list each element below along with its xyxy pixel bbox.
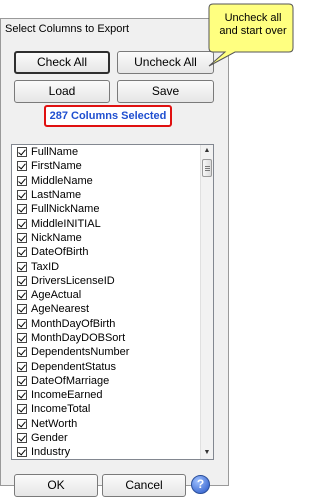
column-list-item[interactable]: DriversLicenseID [12, 274, 199, 288]
checkbox-checked-icon[interactable] [17, 290, 27, 300]
column-label: DependentStatus [31, 361, 116, 373]
column-list-item[interactable]: IncomeTotal [12, 402, 199, 416]
column-label: IncomeEarned [31, 389, 103, 401]
column-label: LastName [31, 189, 81, 201]
column-label: FirstName [31, 160, 82, 172]
column-label: MonthDayOfBirth [31, 318, 115, 330]
select-columns-dialog: Select Columns to Export Check All Unche… [0, 18, 229, 486]
column-label: IncomeTotal [31, 403, 90, 415]
scroll-thumb[interactable] [202, 159, 212, 177]
column-list-item[interactable]: FirstName [12, 159, 199, 173]
column-label: DependentsNumber [31, 346, 129, 358]
column-label: MiddleINITIAL [31, 218, 101, 230]
column-list-item[interactable]: DependentStatus [12, 359, 199, 373]
column-label: FullName [31, 146, 78, 158]
column-label: MonthDayDOBSort [31, 332, 125, 344]
checkbox-checked-icon[interactable] [17, 304, 27, 314]
vertical-scrollbar[interactable]: ▲ ▼ [200, 145, 213, 459]
column-list-item[interactable]: LastName [12, 188, 199, 202]
column-list-item[interactable]: TaxID [12, 259, 199, 273]
checkbox-checked-icon[interactable] [17, 147, 27, 157]
checkbox-checked-icon[interactable] [17, 362, 27, 372]
column-list-item[interactable]: MonthDayOfBirth [12, 317, 199, 331]
column-list-item[interactable]: MiddleINITIAL [12, 216, 199, 230]
checkbox-checked-icon[interactable] [17, 219, 27, 229]
checkbox-checked-icon[interactable] [17, 433, 27, 443]
column-label: Gender [31, 432, 68, 444]
checkbox-checked-icon[interactable] [17, 262, 27, 272]
column-list-item[interactable]: FullName [12, 145, 199, 159]
column-label: Industry [31, 446, 70, 458]
column-list-item[interactable]: IncomeEarned [12, 388, 199, 402]
load-button[interactable]: Load [14, 80, 110, 103]
annotation-callout: Uncheck all and start over [205, 0, 295, 68]
column-list-item[interactable]: AgeActual [12, 288, 199, 302]
uncheck-all-button[interactable]: Uncheck All [117, 51, 214, 74]
column-label: FullNickName [31, 203, 99, 215]
column-label: DateOfMarriage [31, 375, 109, 387]
column-list-item[interactable]: DateOfMarriage [12, 374, 199, 388]
dialog-title: Select Columns to Export [5, 23, 129, 35]
checkbox-checked-icon[interactable] [17, 347, 27, 357]
cancel-button[interactable]: Cancel [102, 474, 186, 497]
checkbox-checked-icon[interactable] [17, 233, 27, 243]
column-label: MiddleName [31, 175, 93, 187]
column-label: NickName [31, 232, 82, 244]
checkbox-checked-icon[interactable] [17, 447, 27, 457]
column-list-item[interactable]: MonthDayDOBSort [12, 331, 199, 345]
checkbox-checked-icon[interactable] [17, 276, 27, 286]
check-all-button[interactable]: Check All [14, 51, 110, 74]
checkbox-checked-icon[interactable] [17, 161, 27, 171]
checkbox-checked-icon[interactable] [17, 176, 27, 186]
column-list-item[interactable]: Gender [12, 431, 199, 445]
checkbox-checked-icon[interactable] [17, 333, 27, 343]
column-list-item[interactable]: NickName [12, 231, 199, 245]
checkbox-checked-icon[interactable] [17, 390, 27, 400]
columns-listbox[interactable]: FullName FirstName MiddleName LastName FullN… [11, 144, 214, 460]
column-list-item[interactable]: Industry [12, 445, 199, 459]
column-list-item[interactable]: FullNickName [12, 202, 199, 216]
column-label: NetWorth [31, 418, 77, 430]
checkbox-checked-icon[interactable] [17, 419, 27, 429]
column-label: AgeActual [31, 289, 81, 301]
help-icon[interactable]: ? [191, 475, 210, 494]
checkbox-checked-icon[interactable] [17, 190, 27, 200]
checkbox-checked-icon[interactable] [17, 247, 27, 257]
column-label: DriversLicenseID [31, 275, 115, 287]
scroll-up-arrow-icon[interactable]: ▲ [201, 145, 213, 157]
checkbox-checked-icon[interactable] [17, 404, 27, 414]
save-button[interactable]: Save [117, 80, 214, 103]
column-list-item[interactable]: DependentsNumber [12, 345, 199, 359]
callout-text: Uncheck all and start over [219, 12, 287, 38]
scroll-down-arrow-icon[interactable]: ▼ [201, 447, 213, 459]
column-label: AgeNearest [31, 303, 89, 315]
selected-count-label: 287 Columns Selected [44, 105, 172, 127]
column-label: TaxID [31, 261, 59, 273]
checkbox-checked-icon[interactable] [17, 319, 27, 329]
checkbox-checked-icon[interactable] [17, 204, 27, 214]
checkbox-checked-icon[interactable] [17, 376, 27, 386]
column-list-item[interactable]: NetWorth [12, 417, 199, 431]
column-list-item[interactable]: DateOfBirth [12, 245, 199, 259]
column-list-item[interactable]: AgeNearest [12, 302, 199, 316]
column-label: DateOfBirth [31, 246, 88, 258]
column-list-item[interactable]: MiddleName [12, 174, 199, 188]
ok-button[interactable]: OK [14, 474, 98, 497]
columns-list: FullName FirstName MiddleName LastName FullN… [12, 145, 199, 460]
